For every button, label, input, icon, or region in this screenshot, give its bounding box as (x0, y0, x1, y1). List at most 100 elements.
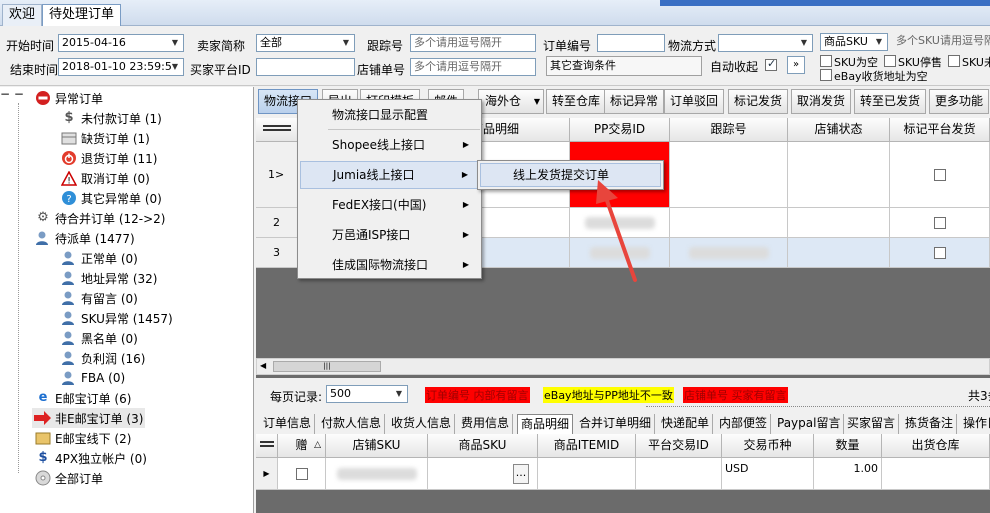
end-time-input[interactable]: 2018-01-10 23:59:5 ▼ (58, 58, 184, 76)
tree-node-cancel[interactable]: ! 取消订单 (0) (60, 168, 150, 188)
menu-item-jumia[interactable]: Jumia线上接口 ▶ (300, 161, 479, 189)
tree-node-ebay-orders[interactable]: e E邮宝订单 (6) (34, 388, 132, 408)
tree-node-other-abnormal[interactable]: ? 其它异常单 (0) (60, 188, 162, 208)
col-header-trade-id[interactable]: 平台交易ID (636, 434, 722, 458)
cell-gift[interactable] (278, 458, 326, 490)
cancel-ship-button[interactable]: 取消发货 (791, 89, 852, 114)
tab-merge-detail[interactable]: 合并订单明细 (576, 414, 656, 434)
scroll-thumb[interactable]: ||| (273, 361, 381, 372)
sku-stop-checkbox[interactable] (884, 55, 896, 67)
table-row[interactable]: ▶ ... USD 1.00 (256, 458, 990, 490)
collapse-toggle-button[interactable]: » (787, 56, 805, 74)
shipping-method-select[interactable]: ▼ (718, 34, 813, 52)
order-no-input[interactable] (597, 34, 665, 52)
tab-fee-info[interactable]: 费用信息 (458, 414, 514, 434)
tab-order-info[interactable]: 订单信息 (260, 414, 316, 434)
sku-type-select[interactable]: 商品SKU ▼ (820, 33, 888, 51)
tab-internal-note[interactable]: 内部便签 (716, 414, 772, 434)
seller-abbr-select[interactable]: 全部 ▼ (256, 34, 355, 52)
sku-picker-button[interactable]: ... (513, 463, 529, 484)
mark-checkbox[interactable] (933, 216, 946, 229)
col-header-gift[interactable]: 赠 △ (278, 434, 326, 458)
mark-checkbox[interactable] (933, 246, 946, 259)
sku-empty-checkbox[interactable] (820, 55, 832, 67)
per-page-select[interactable]: 500 ▼ (326, 385, 408, 403)
tree-node-fba[interactable]: FBA (0) (60, 368, 125, 388)
tree-node-has-message[interactable]: 有留言 (0) (60, 288, 138, 308)
col-header-shop-sku[interactable]: 店铺SKU (326, 434, 428, 458)
overseas-label: 海外仓 (485, 94, 522, 108)
tree-node-ebay-offline[interactable]: E邮宝线下 (2) (34, 428, 131, 448)
tree-node-non-ebay-orders[interactable]: 非E邮宝订单 (3) (32, 408, 146, 428)
cell-shop-status (788, 142, 890, 208)
cell-mark-platform[interactable] (890, 142, 990, 208)
horizontal-scrollbar[interactable]: ◀ ||| (256, 358, 990, 375)
col-header-warehouse[interactable]: 出货仓库 (882, 434, 990, 458)
tab-op-log[interactable]: 操作日 (960, 414, 990, 434)
ebay-addr-checkbox[interactable] (820, 69, 832, 81)
col-header-mark-platform[interactable]: 标记平台发货 (890, 118, 990, 142)
tree-node-abnormal[interactable]: 异常订单 (34, 88, 103, 108)
col-header-itemid[interactable]: 商品ITEMID (538, 434, 636, 458)
col-header-pp-id[interactable]: PP交易ID (570, 118, 670, 142)
tab-pending-orders[interactable]: 待处理订单 (42, 4, 122, 26)
menu-item-winit[interactable]: 万邑通ISP接口 ▶ (300, 221, 479, 249)
sku-more-checkbox[interactable] (948, 55, 960, 67)
tree-node-addr-abnormal[interactable]: 地址异常 (32) (60, 268, 157, 288)
to-warehouse-button[interactable]: 转至仓库 (546, 89, 607, 114)
tracking-input[interactable]: 多个请用逗号隔开 (410, 34, 536, 52)
mark-checkbox[interactable] (933, 168, 946, 181)
shop-order-input[interactable]: 多个请用逗号隔开 (410, 58, 536, 76)
menu-item-shopee[interactable]: Shopee线上接口 ▶ (300, 131, 479, 159)
gift-checkbox[interactable] (295, 467, 308, 480)
col-header-sku[interactable]: 商品SKU (428, 434, 538, 458)
col-header-shop-status[interactable]: 店铺状态 (788, 118, 890, 142)
tab-receiver-info[interactable]: 收货人信息 (388, 414, 456, 434)
tree-node-unpaid[interactable]: $ 未付款订单 (1) (60, 108, 161, 128)
menu-label: 佳成国际物流接口 (332, 258, 429, 272)
tree-node-blacklist[interactable]: 黑名单 (0) (60, 328, 138, 348)
reject-order-button[interactable]: 订单驳回 (664, 89, 725, 114)
tree-node-all[interactable]: 全部订单 (34, 468, 103, 488)
tree-node-refund[interactable]: 退货订单 (11) (60, 148, 157, 168)
other-query-button[interactable]: 其它查询条件 (546, 56, 702, 76)
col-header-tracking[interactable]: 跟踪号 (670, 118, 788, 142)
platform-id-input[interactable] (256, 58, 355, 76)
splitter[interactable] (646, 406, 990, 407)
to-shipped-button[interactable]: 转至已发货 (854, 89, 927, 114)
menu-item-fedex[interactable]: FedEX接口(中国) ▶ (300, 191, 479, 219)
tree-node-pending-merge[interactable]: ⚙ 待合并订单 (12->2) (34, 208, 165, 228)
cell-mark-platform[interactable] (890, 238, 990, 268)
more-button[interactable]: 更多功能 (929, 89, 990, 114)
sku-input[interactable]: 多个SKU请用逗号隔 (893, 33, 990, 51)
collapse-toggle[interactable]: − (14, 87, 24, 101)
overseas-button[interactable]: 海外仓 ▼ (478, 89, 544, 114)
tab-express[interactable]: 快递配单 (658, 414, 714, 434)
tree-node-negative-profit[interactable]: 负利润 (16) (60, 348, 145, 368)
scroll-left-icon[interactable]: ◀ (260, 361, 266, 370)
tab-welcome[interactable]: 欢迎 (2, 4, 43, 26)
menu-item-api-config[interactable]: 物流接口显示配置 (300, 101, 479, 129)
gear-icon: ⚙ (37, 210, 49, 225)
tree-node-pending-dispatch[interactable]: 待派单 (1477) (34, 228, 135, 248)
auto-collapse-checkbox[interactable] (765, 57, 777, 71)
collapse-toggle[interactable]: − (0, 87, 10, 101)
tab-buyer-message[interactable]: 买家留言 (844, 414, 900, 434)
tab-pick-note[interactable]: 拣货备注 (902, 414, 958, 434)
red-arrow-icon (34, 410, 52, 426)
menu-item-jiacheng[interactable]: 佳成国际物流接口 ▶ (300, 251, 479, 279)
tree-node-out-of-stock[interactable]: 缺货订单 (1) (60, 128, 150, 148)
start-time-input[interactable]: 2015-04-16 ▼ (58, 34, 184, 52)
platform-id-label: 买家平台ID (190, 63, 251, 77)
col-header-currency[interactable]: 交易币种 (722, 434, 814, 458)
tab-payer-info[interactable]: 付款人信息 (318, 414, 386, 434)
tree-node-sku-abnormal[interactable]: SKU异常 (1457) (60, 308, 173, 328)
tab-paypal-message[interactable]: Paypal留言 (774, 414, 845, 434)
tree-node-4px[interactable]: $4PX独立帐户 (0) (34, 448, 146, 468)
mark-abnormal-button[interactable]: 标记异常 (604, 89, 665, 114)
mark-shipped-button[interactable]: 标记发货 (728, 89, 789, 114)
col-header-qty[interactable]: 数量 (814, 434, 882, 458)
tab-item-detail[interactable]: 商品明细 (517, 414, 574, 434)
cell-mark-platform[interactable] (890, 208, 990, 238)
tree-node-normal[interactable]: 正常单 (0) (60, 248, 138, 268)
